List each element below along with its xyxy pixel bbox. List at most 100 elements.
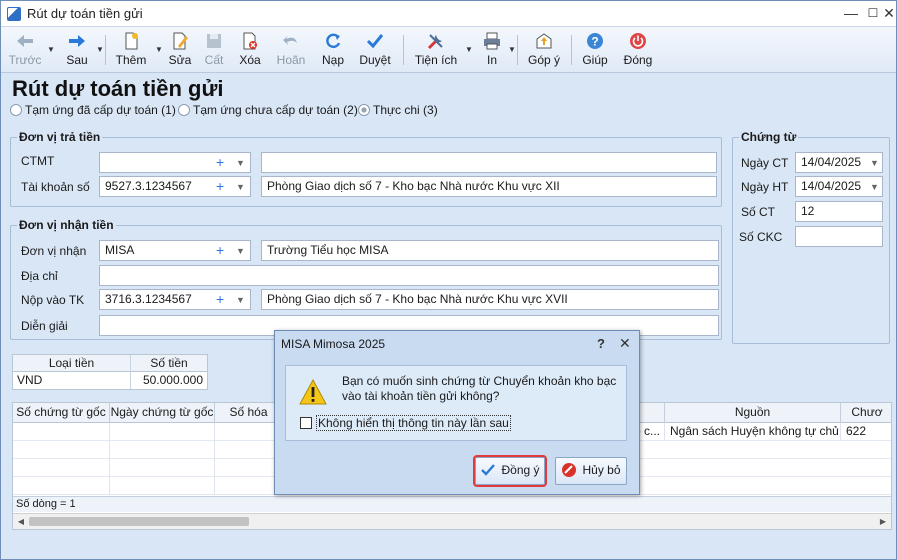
radio-advance-unallocated[interactable]: Tạm ứng chưa cấp dự toán (2) xyxy=(178,103,358,117)
grid-cell[interactable] xyxy=(215,477,283,495)
print-dropdown[interactable]: ▼ xyxy=(504,29,516,71)
next-dropdown[interactable]: ▼ xyxy=(92,29,104,71)
cancel-icon xyxy=(562,463,577,477)
deposit-account-description[interactable]: Phòng Giao dịch số 7 - Kho bạc Nhà nước … xyxy=(261,289,719,310)
utilities-button[interactable]: Tiện ích xyxy=(411,29,461,71)
column-header[interactable]: Nguồn xyxy=(665,403,841,423)
horizontal-scrollbar[interactable]: ◀ ▶ xyxy=(13,513,891,529)
chevron-down-icon[interactable]: ▼ xyxy=(236,154,245,172)
delete-button[interactable]: Xóa xyxy=(233,29,267,71)
arrow-left-icon xyxy=(17,35,33,47)
main-window: Rút dự toán tiền gửi — ☐ ✕ Trước ▼ Sau ▼… xyxy=(0,0,897,560)
cancel-button[interactable]: Hủy bỏ xyxy=(555,457,627,485)
plus-icon[interactable]: + xyxy=(216,154,224,171)
radio-circle-selected xyxy=(358,104,370,116)
column-header[interactable]: Chươ xyxy=(841,403,891,423)
scroll-left-icon[interactable]: ◀ xyxy=(13,514,29,529)
page-title: Rút dự toán tiền gửi xyxy=(12,76,224,101)
ctmt-description[interactable] xyxy=(261,152,717,173)
chevron-down-icon: ▼ xyxy=(465,45,473,54)
date-ht-field[interactable]: 14/04/2025 ▼ xyxy=(795,176,883,197)
chevron-down-icon[interactable]: ▼ xyxy=(870,154,879,172)
grid-cell[interactable] xyxy=(13,459,110,477)
next-button[interactable]: Sau xyxy=(59,29,95,71)
column-header[interactable]: Số chứng từ gốc xyxy=(13,403,110,423)
add-dropdown[interactable]: ▼ xyxy=(151,29,163,71)
column-header[interactable]: Loại tiền xyxy=(13,355,131,372)
radio-actual-spending[interactable]: Thực chi (3) xyxy=(358,103,438,117)
date-ct-label: Ngày CT xyxy=(741,156,789,170)
grid-cell[interactable] xyxy=(13,477,110,495)
svg-text:?: ? xyxy=(591,35,598,49)
currency-cell[interactable]: VND xyxy=(13,372,131,389)
checkbox-label[interactable]: Không hiển thị thông tin này lần sau xyxy=(316,415,511,431)
grid-cell[interactable] xyxy=(110,459,215,477)
minimize-button[interactable]: — xyxy=(841,4,861,22)
feedback-button[interactable]: Góp ý xyxy=(525,29,563,71)
save-button[interactable]: Cất xyxy=(199,29,229,71)
chevron-down-icon[interactable]: ▼ xyxy=(236,291,245,309)
no-ckc-field[interactable] xyxy=(795,226,883,247)
checkbox-box[interactable] xyxy=(300,417,312,429)
close-window-button[interactable]: ✕ xyxy=(879,4,897,22)
chevron-down-icon[interactable]: ▼ xyxy=(236,178,245,196)
chevron-down-icon[interactable]: ▼ xyxy=(236,242,245,260)
grid-cell[interactable] xyxy=(215,441,283,459)
grid-cell[interactable] xyxy=(13,423,110,441)
window-title: Rút dự toán tiền gửi xyxy=(27,6,143,21)
print-button[interactable]: In xyxy=(479,29,505,71)
column-header[interactable]: Ngày chứng từ gốc xyxy=(110,403,215,423)
table-row[interactable]: VND 50.000.000 xyxy=(12,372,208,390)
plus-icon[interactable]: + xyxy=(216,291,224,308)
utilities-dropdown[interactable]: ▼ xyxy=(461,29,473,71)
payer-account-description[interactable]: Phòng Giao dịch số 7 - Kho bạc Nhà nước … xyxy=(261,176,717,197)
receiver-unit-combo[interactable]: MISA + ▼ xyxy=(99,240,251,261)
ok-button[interactable]: Đồng ý xyxy=(473,455,547,487)
date-ct-field[interactable]: 14/04/2025 ▼ xyxy=(795,152,883,173)
dialog-close-button[interactable]: ✕ xyxy=(619,335,631,352)
grid-cell[interactable] xyxy=(215,423,283,441)
payer-account-combo[interactable]: 9527.3.1234567 + ▼ xyxy=(99,176,251,197)
column-header[interactable]: Số hóa xyxy=(215,403,283,423)
address-field[interactable] xyxy=(99,265,719,286)
chapter-cell[interactable]: 622 xyxy=(841,423,891,441)
deposit-account-combo[interactable]: 3716.3.1234567 + ▼ xyxy=(99,289,251,310)
voucher-legend: Chứng từ xyxy=(739,130,799,144)
chevron-down-icon[interactable]: ▼ xyxy=(870,178,879,196)
back-button[interactable]: Trước xyxy=(7,29,43,71)
receiver-unit-description[interactable]: Trường Tiểu học MISA xyxy=(261,240,719,261)
plus-icon[interactable]: + xyxy=(216,178,224,195)
grid-cell[interactable] xyxy=(110,441,215,459)
no-ct-field[interactable]: 12 xyxy=(795,201,883,222)
back-dropdown[interactable]: ▼ xyxy=(43,29,55,71)
amount-cell[interactable]: 50.000.000 xyxy=(131,372,207,389)
radio-advance-allocated[interactable]: Tạm ứng đã cấp dự toán (1) xyxy=(10,103,176,117)
plus-icon[interactable]: + xyxy=(216,242,224,259)
approve-button[interactable]: Duyệt xyxy=(355,29,395,71)
grid-cell[interactable] xyxy=(215,459,283,477)
dialog-help-button[interactable]: ? xyxy=(597,336,605,351)
grid-cell[interactable] xyxy=(110,423,215,441)
toolbar-separator xyxy=(517,35,518,65)
scroll-right-icon[interactable]: ▶ xyxy=(875,514,891,529)
dialog-title: MISA Mimosa 2025 xyxy=(281,337,386,351)
undo-button[interactable]: Hoãn xyxy=(273,29,309,71)
scrollbar-thumb[interactable] xyxy=(29,517,249,526)
receiver-group: Đơn vị nhận tiền Đơn vị nhận MISA + ▼ Tr… xyxy=(10,218,722,340)
reload-button[interactable]: Nạp xyxy=(317,29,349,71)
warning-icon xyxy=(299,378,327,405)
add-button[interactable]: Thêm xyxy=(113,29,149,71)
source-cell[interactable]: Ngân sách Huyện không tự chủ xyxy=(665,423,841,441)
grid-cell[interactable] xyxy=(13,441,110,459)
edit-button[interactable]: Sửa xyxy=(165,29,195,71)
floppy-disk-icon xyxy=(207,34,221,48)
grid-cell[interactable] xyxy=(110,477,215,495)
tools-icon xyxy=(427,34,443,50)
dialog-body: Bạn có muốn sinh chứng từ Chuyển khoản k… xyxy=(285,365,627,441)
column-header[interactable]: Số tiền xyxy=(131,355,207,372)
chevron-down-icon: ▼ xyxy=(96,45,104,54)
help-button[interactable]: ? Giúp xyxy=(579,29,611,71)
ctmt-combo[interactable]: + ▼ xyxy=(99,152,251,173)
dont-show-again-checkbox[interactable]: Không hiển thị thông tin này lần sau xyxy=(300,415,511,431)
close-button[interactable]: Đóng xyxy=(619,29,657,71)
